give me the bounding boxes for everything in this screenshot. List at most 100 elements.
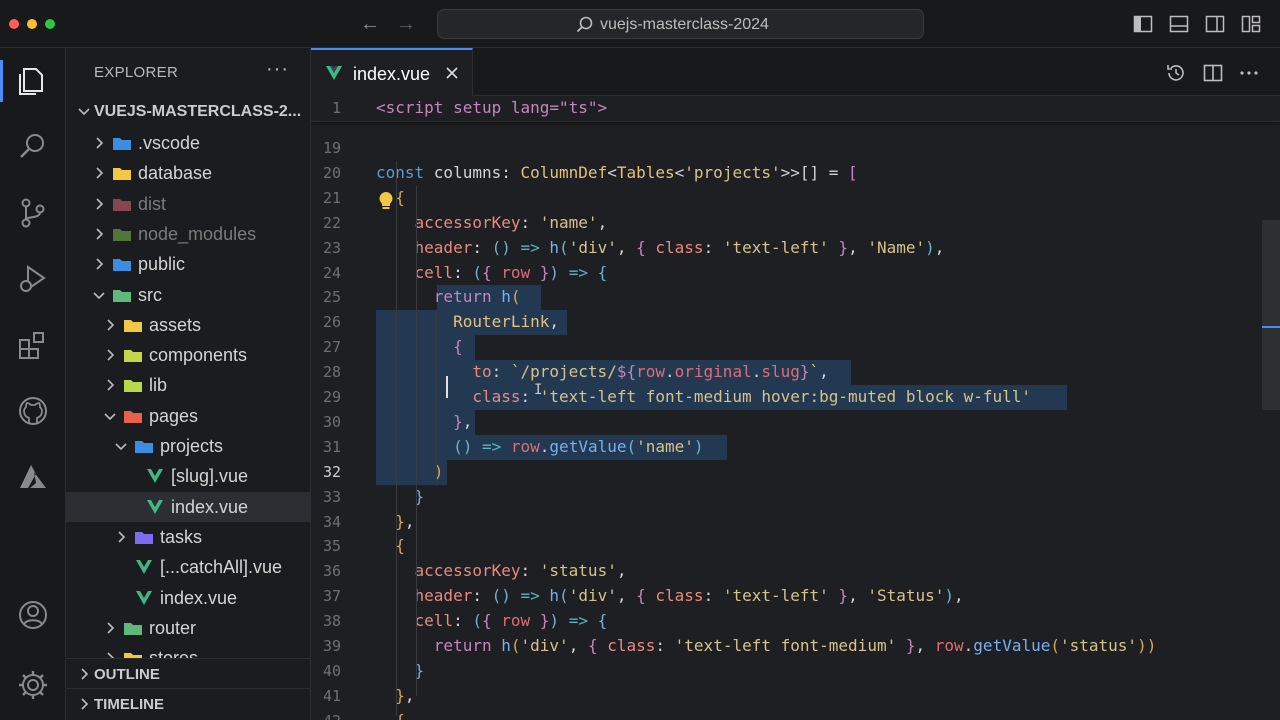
outline-section[interactable]: OUTLINE	[66, 658, 310, 688]
forward-arrow-icon[interactable]: →	[394, 12, 418, 36]
explorer-icon[interactable]	[16, 64, 50, 98]
settings-gear-icon[interactable]	[16, 668, 50, 702]
code-text: return h('div', { class: 'text-left font…	[433, 636, 1157, 655]
chevron-down-icon	[115, 443, 127, 451]
tree-item[interactable]: tasks	[66, 522, 310, 552]
vue-file-icon	[147, 469, 163, 484]
vue-file-icon	[147, 499, 163, 514]
tree-item[interactable]: node_modules	[66, 219, 310, 249]
code-line: 25 return h(	[311, 285, 1280, 310]
tree-item[interactable]: router	[66, 613, 310, 643]
close-window-button[interactable]	[9, 19, 19, 29]
tab-index-vue[interactable]: index.vue	[311, 48, 473, 96]
explorer-title: EXPLORER	[94, 64, 179, 81]
tree-item[interactable]: components	[66, 340, 310, 370]
title-bar: ← → vuejs-masterclass-2024	[0, 0, 1280, 48]
code-line: 33 }	[311, 485, 1280, 510]
more-actions-icon[interactable]	[1238, 62, 1260, 84]
tree-item-label: components	[149, 345, 248, 366]
search-text: vuejs-masterclass-2024	[600, 16, 769, 33]
code-line: 37 header: () => h('div', { class: 'text…	[311, 584, 1280, 609]
source-control-icon[interactable]	[16, 196, 50, 230]
code-line: 23 header: () => h('div', { class: 'text…	[311, 236, 1280, 261]
code-editor[interactable]: 19 20 const columns: ColumnDef<Tables<'pro…	[311, 96, 1280, 720]
sticky-line: 1 <script setup lang="ts">	[311, 96, 1280, 121]
chevron-right-icon	[118, 531, 126, 543]
split-editor-icon[interactable]	[1202, 62, 1224, 84]
chevron-right-icon	[107, 379, 115, 391]
public-folder-icon	[113, 259, 131, 272]
code-text: cell: ({ row }) => {	[414, 611, 608, 631]
code-text: header: () => h('div', { class: 'text-le…	[414, 586, 964, 606]
code-text: accessorKey: 'name',	[414, 212, 608, 232]
tree-item[interactable]: [slug].vue	[66, 461, 310, 491]
tree-item[interactable]: dist	[66, 189, 310, 219]
workspace-root[interactable]: VUEJS-MASTERCLASS-2...	[66, 100, 310, 126]
code-line: 35 {	[311, 534, 1280, 559]
code-line: 21 {	[311, 186, 1280, 211]
tree-item[interactable]: .vscode	[66, 128, 310, 158]
search-icon[interactable]	[16, 130, 50, 164]
activity-bar	[0, 48, 66, 720]
tree-item-label: projects	[160, 436, 224, 456]
sticky-scroll-header[interactable]: 1 <script setup lang="ts">	[311, 96, 1280, 122]
tree-item-label: .vscode	[138, 133, 201, 153]
chevron-right-icon	[96, 228, 104, 240]
chevron-right-icon	[107, 349, 115, 361]
database-folder-icon	[113, 168, 131, 181]
line-number: 39	[322, 637, 341, 655]
editor-tab-bar: index.vue	[311, 48, 1280, 96]
github-icon[interactable]	[16, 394, 50, 428]
timeline-section[interactable]: TIMELINE	[66, 688, 310, 718]
projects-folder-icon	[135, 441, 153, 453]
indent-guide	[396, 161, 397, 716]
customize-layout-icon[interactable]	[1241, 14, 1261, 34]
more-actions-icon[interactable]: ···	[266, 58, 289, 81]
scrollbar-cursor-marker	[1262, 326, 1280, 328]
code-text: {	[395, 536, 405, 556]
minimize-window-button[interactable]	[27, 19, 37, 29]
lightbulb-icon[interactable]	[376, 190, 396, 212]
line-number: 28	[322, 363, 341, 382]
timeline-history-icon[interactable]	[1165, 62, 1187, 84]
code-line: 39 return h('div', { class: 'text-left f…	[311, 634, 1280, 659]
tree-item-label: index.vue	[171, 496, 249, 517]
run-and-debug-icon[interactable]	[16, 262, 50, 296]
maximize-window-button[interactable]	[45, 19, 55, 29]
tree-item[interactable]: index.vue	[66, 491, 310, 522]
close-tab-icon[interactable]	[443, 64, 461, 82]
account-icon[interactable]	[16, 598, 50, 632]
tree-item[interactable]: public	[66, 249, 310, 279]
command-center-search[interactable]: vuejs-masterclass-2024	[437, 9, 924, 39]
chevron-right-icon	[96, 198, 104, 210]
chevron-right-icon	[107, 622, 115, 634]
toggle-secondary-sidebar-icon[interactable]	[1205, 14, 1225, 34]
editor-scrollbar[interactable]	[1262, 124, 1280, 720]
tasks-folder-icon	[135, 531, 153, 544]
tree-item[interactable]: pages	[66, 401, 310, 431]
toggle-panel-icon[interactable]	[1169, 14, 1189, 34]
tree-item[interactable]: assets	[66, 310, 310, 340]
tree-item[interactable]: database	[66, 158, 310, 188]
vue-file-icon	[136, 590, 152, 605]
chevron-right-icon	[81, 698, 89, 710]
line-number: 21	[322, 188, 341, 207]
tree-item[interactable]: lib	[66, 370, 310, 400]
tree-item-label: lib	[149, 375, 168, 396]
back-arrow-icon[interactable]: ←	[358, 12, 382, 36]
azure-icon[interactable]	[16, 460, 50, 494]
tree-item[interactable]: [...catchAll].vue	[66, 552, 310, 582]
code-text: {	[376, 711, 405, 720]
line-number: 34	[322, 512, 341, 531]
tree-item-label: public	[138, 254, 186, 275]
scrollbar-thumb[interactable]	[1262, 220, 1280, 410]
toggle-primary-sidebar-icon[interactable]	[1133, 14, 1153, 34]
tree-item[interactable]: projects	[66, 431, 310, 461]
tree-item[interactable]: src	[66, 280, 310, 310]
line-number: 38	[322, 612, 341, 631]
line-number: 36	[322, 562, 341, 581]
extensions-icon[interactable]	[16, 328, 50, 362]
tree-item[interactable]: index.vue	[66, 583, 310, 613]
line-number: 24	[322, 263, 341, 282]
code-text: cell: ({ row }) => {	[414, 262, 608, 282]
